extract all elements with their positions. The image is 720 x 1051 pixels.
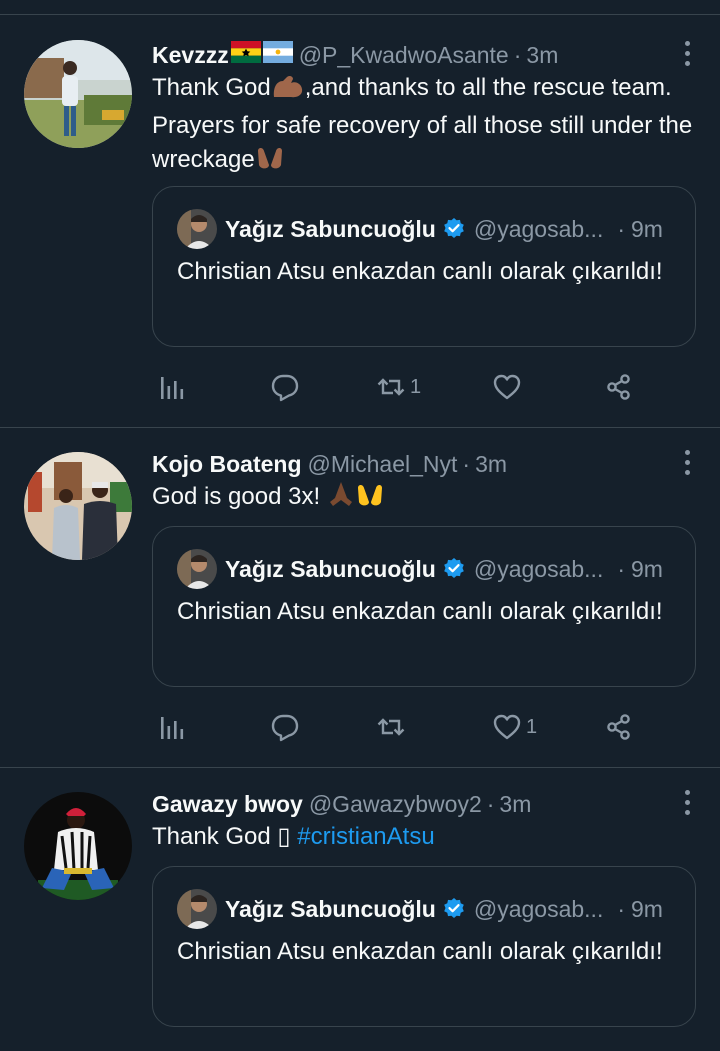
retweet-icon	[377, 718, 405, 736]
quoted-handle[interactable]: @yagosab...	[474, 553, 603, 585]
verified-badge-icon	[442, 557, 466, 581]
share-icon	[607, 374, 630, 400]
retweet-button[interactable]	[376, 707, 406, 747]
hashtag-link[interactable]: #cristianAtsu	[297, 823, 434, 850]
flexed-biceps-emoji	[271, 73, 305, 109]
quoted-text: Christian Atsu enkazdan canlı olarak çık…	[177, 598, 663, 625]
handle[interactable]: @Michael_Nyt	[308, 450, 458, 478]
reply-icon	[271, 374, 299, 402]
tweet-text: Thank God ▯ #cristianAtsu	[152, 820, 696, 854]
handle[interactable]: @P_KwadwoAsante	[299, 41, 509, 69]
folded-hands-emoji	[327, 480, 355, 518]
quoted-display-name[interactable]: Yağız Sabuncuoğlu	[225, 553, 436, 585]
quoted-text: Christian Atsu enkazdan canlı olarak çık…	[177, 258, 663, 285]
more-icon[interactable]	[682, 450, 692, 475]
reply-icon	[271, 714, 299, 742]
display-name[interactable]: Kojo Boateng	[152, 450, 302, 478]
like-icon	[493, 374, 521, 400]
tweet-actions: 1	[152, 367, 652, 407]
top-divider	[0, 0, 720, 15]
flag-argentina-emoji	[262, 41, 293, 69]
quoted-avatar[interactable]	[177, 889, 217, 929]
quoted-tweet[interactable]: Yağız Sabuncuoğlu @yagosab... · 9m Chris…	[152, 866, 696, 1027]
separator-dot: ·	[462, 451, 471, 477]
quoted-text: Christian Atsu enkazdan canlı olarak çık…	[177, 938, 663, 965]
tweet-2[interactable]: Kojo Boateng @Michael_Nyt · 3m God is go…	[0, 428, 720, 768]
timestamp[interactable]: 3m	[526, 41, 558, 69]
reply-button[interactable]	[270, 707, 300, 747]
quoted-display-name[interactable]: Yağız Sabuncuoğlu	[225, 893, 436, 925]
tweet-text: God is good 3x!	[152, 480, 696, 518]
tweet-text: Thank God ,and thanks to all the rescue …	[152, 71, 696, 181]
tweet-3[interactable]: Gawazy bwoy @Gawazybwoy2 · 3m Thank God …	[0, 768, 720, 1051]
tweet-actions: 1	[152, 707, 652, 747]
more-icon[interactable]	[682, 790, 692, 815]
quoted-handle[interactable]: @yagosab...	[474, 893, 603, 925]
separator-dot: ·	[617, 896, 626, 922]
analytics-icon	[161, 377, 184, 399]
share-icon	[607, 714, 630, 740]
verified-badge-icon	[442, 217, 466, 241]
quoted-avatar[interactable]	[177, 209, 217, 249]
analytics-icon	[161, 717, 184, 739]
tweet-text-part: Thank God	[152, 74, 271, 101]
quoted-tweet[interactable]: Yağız Sabuncuoğlu @yagosab... · 9m Chris…	[152, 526, 696, 687]
tweet-text-part: Thank God ▯	[152, 823, 291, 850]
avatar[interactable]	[24, 452, 132, 560]
more-icon[interactable]	[682, 41, 692, 66]
timestamp[interactable]: 3m	[475, 450, 507, 478]
like-icon	[493, 714, 521, 740]
share-button[interactable]	[604, 367, 634, 407]
retweet-button[interactable]: 1	[376, 367, 421, 407]
handle[interactable]: @Gawazybwoy2	[309, 790, 482, 818]
open-hands-emoji	[255, 143, 285, 181]
flag-ghana-emoji	[230, 41, 261, 69]
separator-dot: ·	[617, 556, 626, 582]
display-name[interactable]: Kevzzz	[152, 41, 229, 69]
quoted-timestamp[interactable]: 9m	[631, 213, 663, 245]
verified-badge-icon	[442, 897, 466, 921]
separator-dot: ·	[617, 216, 626, 242]
display-name[interactable]: Gawazy bwoy	[152, 790, 303, 818]
quoted-handle[interactable]: @yagosab...	[474, 213, 603, 245]
like-button[interactable]: 1	[492, 707, 537, 747]
tweet-1[interactable]: Kevzzz @P_KwadwoAsante · 3m Thank God ,a…	[0, 15, 720, 428]
timestamp[interactable]: 3m	[499, 790, 531, 818]
tweet-text-part: God is good 3x!	[152, 483, 321, 510]
separator-dot: ·	[486, 791, 495, 817]
quoted-display-name[interactable]: Yağız Sabuncuoğlu	[225, 213, 436, 245]
analytics-button[interactable]	[158, 367, 188, 407]
quoted-timestamp[interactable]: 9m	[631, 553, 663, 585]
quoted-timestamp[interactable]: 9m	[631, 893, 663, 925]
retweet-icon	[377, 378, 405, 396]
like-button[interactable]	[492, 367, 522, 407]
share-button[interactable]	[604, 707, 634, 747]
quoted-avatar[interactable]	[177, 549, 217, 589]
quoted-tweet[interactable]: Yağız Sabuncuoğlu @yagosab... · 9m Chris…	[152, 186, 696, 347]
reply-button[interactable]	[270, 367, 300, 407]
avatar[interactable]	[24, 792, 132, 900]
retweet-count: 1	[410, 375, 422, 398]
separator-dot: ·	[513, 42, 522, 68]
analytics-button[interactable]	[158, 707, 188, 747]
avatar[interactable]	[24, 40, 132, 148]
like-count: 1	[526, 715, 538, 738]
open-hands-emoji	[355, 480, 385, 518]
